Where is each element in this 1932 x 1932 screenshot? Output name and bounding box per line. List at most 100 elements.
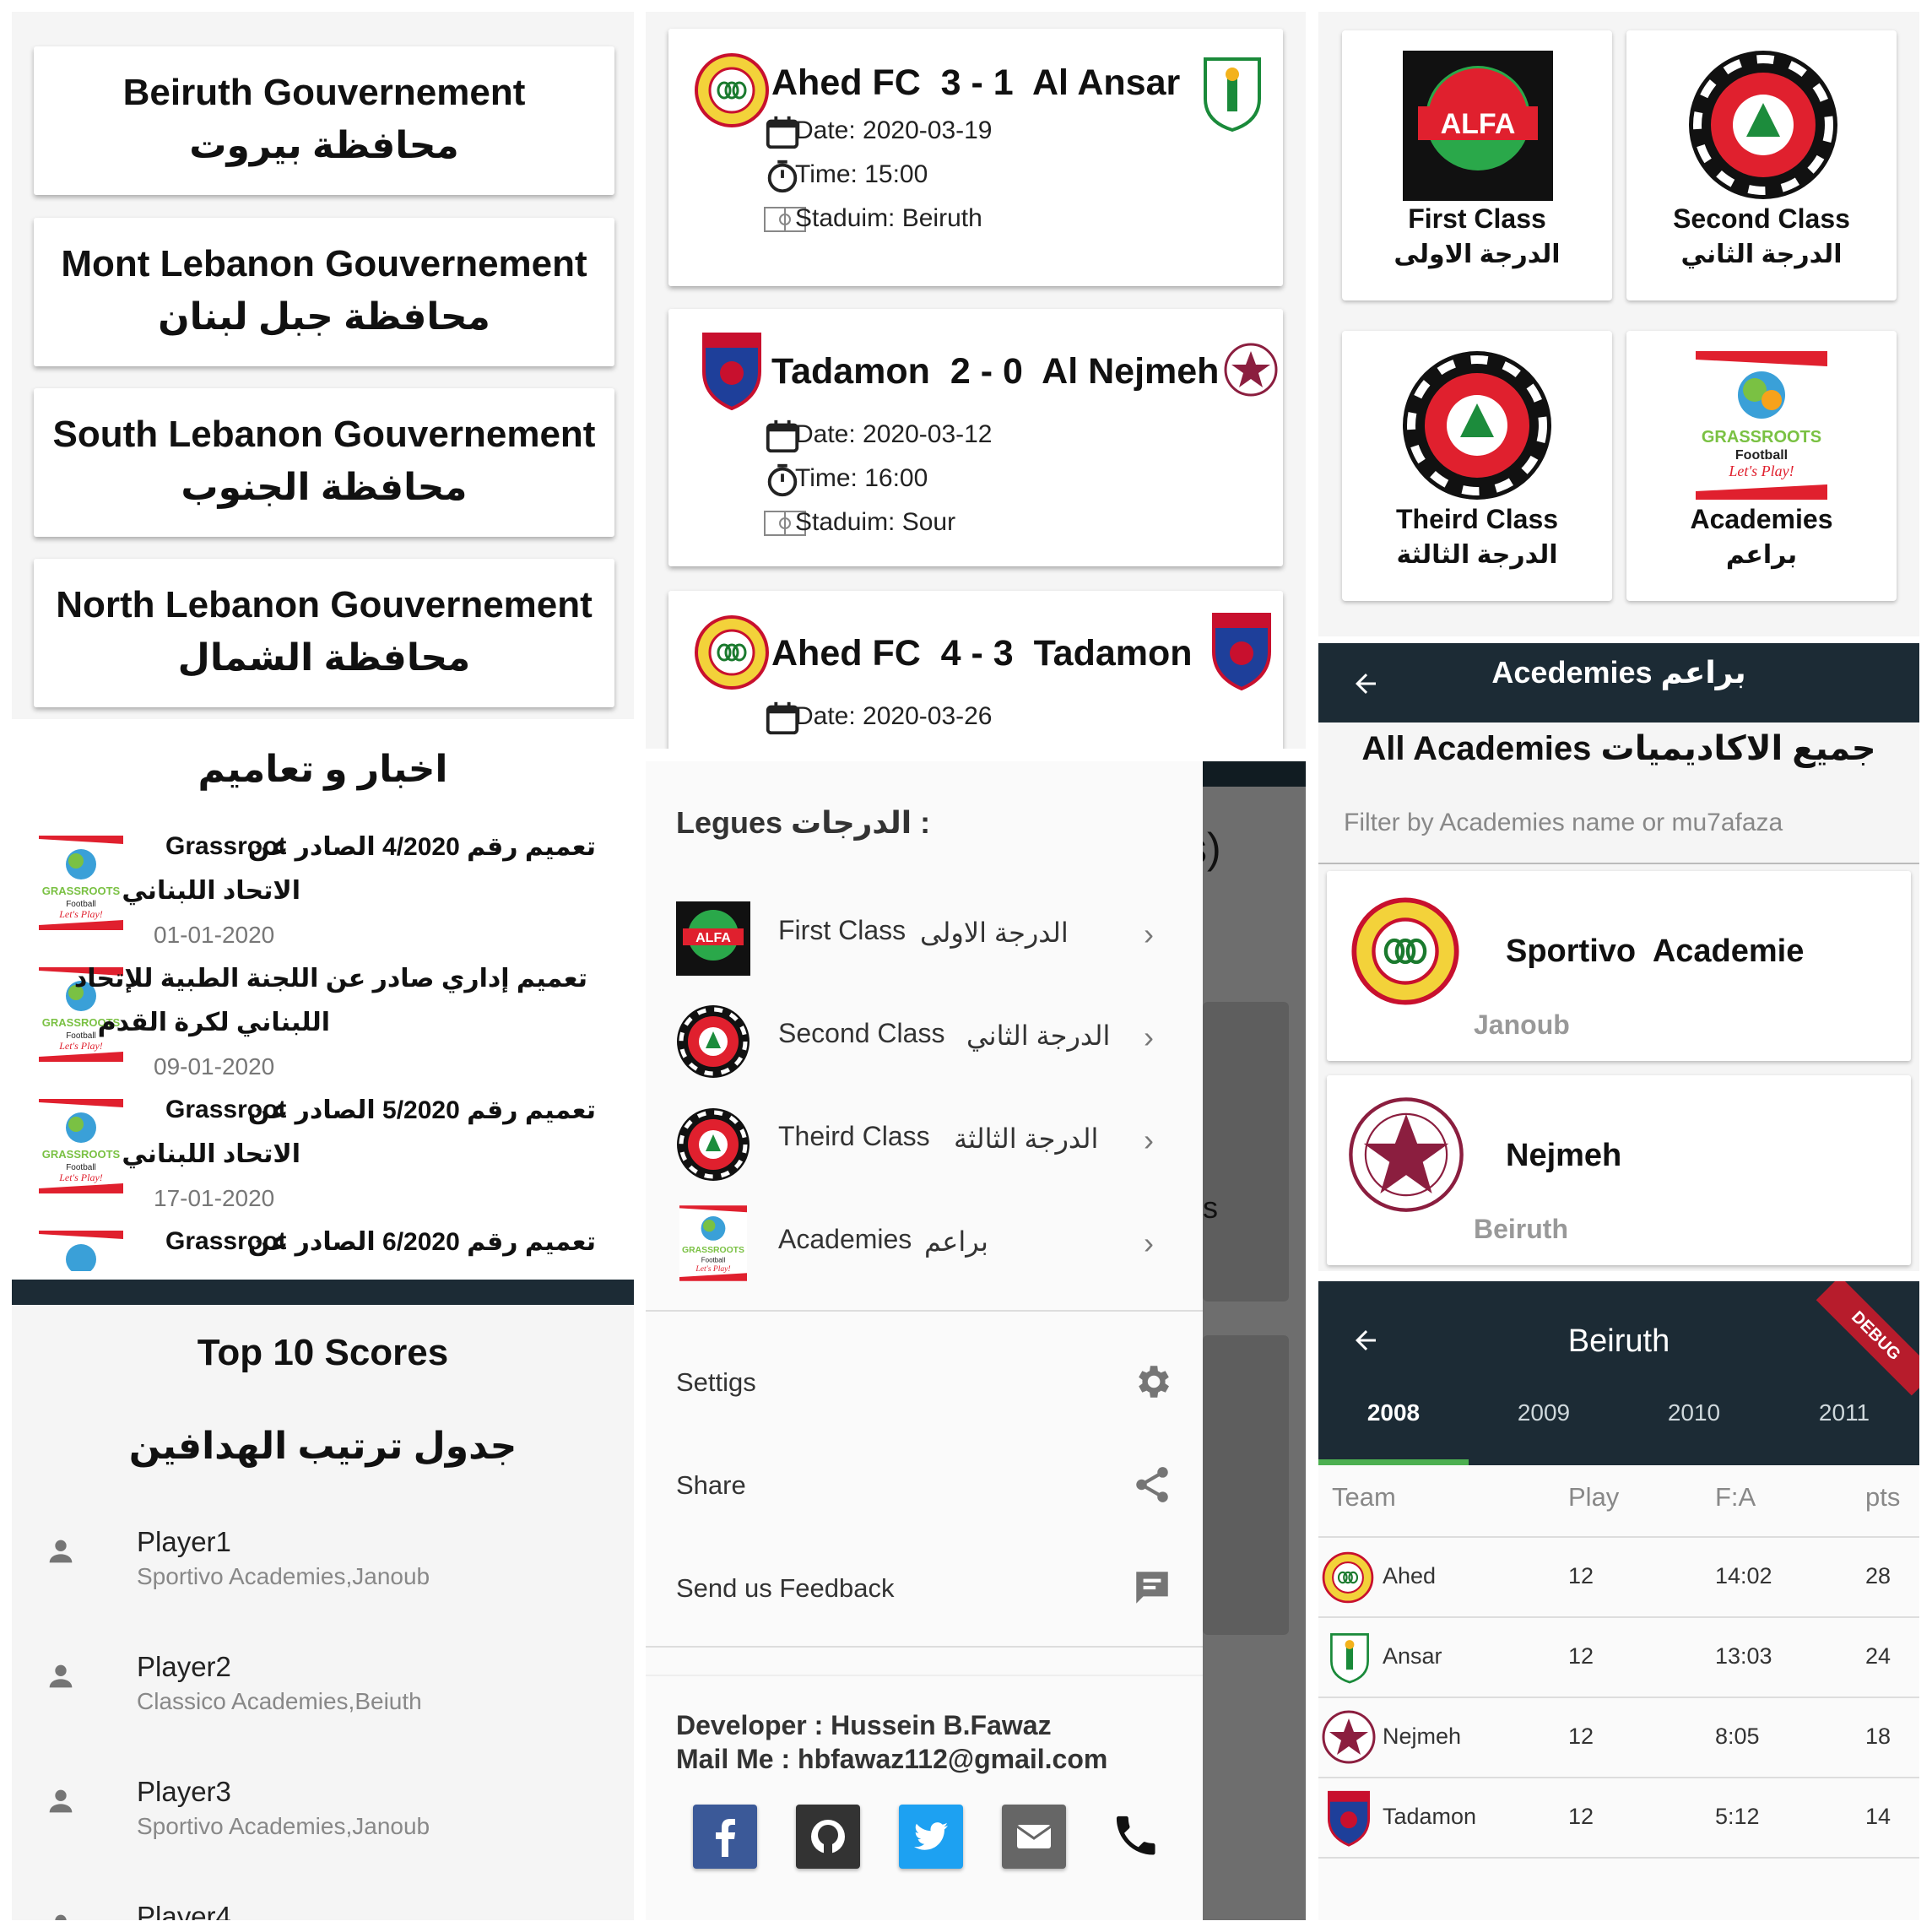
- chevron-right-icon: ›: [1144, 1123, 1154, 1157]
- governorate-name-ar: محافظة الشمال: [177, 637, 471, 679]
- twitter-button[interactable]: [899, 1805, 963, 1869]
- governorate-name-en: Mont Lebanon Gouvernement: [61, 243, 587, 284]
- grassroots-thumbnail: [39, 1231, 123, 1271]
- academy-card[interactable]: Sportivo Academie Janoub: [1327, 871, 1911, 1061]
- league-card-second-class[interactable]: Second Class الدرجة الثاني: [1626, 30, 1897, 300]
- team-pts: 18: [1865, 1724, 1891, 1749]
- facebook-button[interactable]: [693, 1805, 757, 1869]
- player-list-item[interactable]: Player2 Classico Academies,Beiuth: [12, 1651, 634, 1769]
- github-button[interactable]: [796, 1805, 860, 1869]
- background-card-fragment: [1203, 1002, 1289, 1302]
- person-icon: [49, 1664, 73, 1688]
- drawer-divider: [646, 1310, 1203, 1312]
- match-card[interactable]: Tadamon 2 - 0 Al Nejmeh Date: 2020-03-12…: [668, 309, 1283, 566]
- tab-2010[interactable]: 2010: [1619, 1399, 1769, 1426]
- league-name-en: Academies: [1690, 504, 1833, 534]
- ahed-logo: [1322, 1551, 1374, 1604]
- chevron-right-icon: ›: [1144, 1226, 1154, 1260]
- governorate-card-south-lebanon[interactable]: South Lebanon Gouvernement محافظة الجنوب: [34, 388, 614, 537]
- top-scores-title: Top 10 Scores: [197, 1332, 449, 1373]
- drawer-option-feedback[interactable]: Send us Feedback: [646, 1541, 1203, 1634]
- share-icon: [1136, 1467, 1168, 1502]
- table-row[interactable]: Ahed 12 14:02 28: [1318, 1538, 1919, 1618]
- league-name-en: Second Class: [1673, 203, 1850, 234]
- tadamon-logo: [1212, 613, 1271, 691]
- drawer-item-third-class[interactable]: Theird Class الدرجة الثالثة ›: [646, 1094, 1203, 1187]
- drawer-option-label: Send us Feedback: [676, 1573, 895, 1603]
- academy-filter-input[interactable]: Filter by Academies name or mu7afaza: [1344, 809, 1902, 837]
- governorate-list-screen: Beiruth Gouvernement محافظة بيروت Mont L…: [12, 12, 634, 719]
- mail-button[interactable]: [1002, 1805, 1066, 1869]
- tab-indicator: [1318, 1459, 1469, 1465]
- news-tag: Grassroot: [165, 1227, 287, 1255]
- drawer-item-label: Second Class: [778, 1018, 945, 1048]
- table-row[interactable]: Nejmeh 12 8:05 18: [1318, 1698, 1919, 1778]
- drawer-item-label-ar: الدرجة الثاني: [966, 1020, 1111, 1051]
- table-row[interactable]: Ansar 12 13:03 24: [1318, 1618, 1919, 1698]
- news-item[interactable]: GRASSROOTS Football Let's Play! تعميم رقم …: [12, 1096, 634, 1227]
- governorate-card-beiruth[interactable]: Beiruth Gouvernement محافظة بيروت: [34, 46, 614, 195]
- match-time: Time: 15:00: [795, 160, 928, 188]
- drawer-item-label-ar: الدرجة الاولى: [920, 917, 1069, 948]
- player-list-item[interactable]: Player4: [12, 1901, 634, 1920]
- news-item[interactable]: GRASSROOTS Football Let's Play! تعميم إدار…: [12, 964, 634, 1096]
- news-title: اخبار و تعاميم: [198, 749, 448, 790]
- drawer-divider: [646, 1675, 1203, 1676]
- player-list-item[interactable]: Player1 Sportivo Academies,Janoub: [12, 1526, 634, 1644]
- svg-text:GRASSROOTS: GRASSROOTS: [682, 1246, 744, 1255]
- governorate-card-mont-lebanon[interactable]: Mont Lebanon Gouvernement محافظة جبل لبن…: [34, 218, 614, 366]
- team-fa: 13:03: [1715, 1643, 1772, 1669]
- news-item[interactable]: تعميم رقم 6/2020 الصادر عن Grassroot: [12, 1227, 634, 1271]
- drawer-header: Legues الدرجات :: [676, 805, 931, 840]
- news-tag: Grassroot: [165, 1096, 287, 1123]
- tab-2009[interactable]: 2009: [1469, 1399, 1619, 1426]
- match-card[interactable]: Ahed FC 3 - 1 Al Ansar Date: 2020-03-19 …: [668, 29, 1283, 286]
- player-list-item[interactable]: Player3 Sportivo Academies,Janoub: [12, 1776, 634, 1894]
- match-score-title: Ahed FC 3 - 1 Al Ansar: [771, 62, 1181, 103]
- league-name-ar: الدرجة الثالثة: [1396, 541, 1558, 569]
- svg-text:Football: Football: [1735, 448, 1788, 463]
- app-bar: Beiruth DEBUG 2008 2009 2010 2011: [1318, 1281, 1919, 1465]
- tab-2008[interactable]: 2008: [1318, 1399, 1469, 1426]
- news-headline-line2: الاتحاد اللبناني: [122, 1140, 300, 1168]
- league-card-first-class[interactable]: ALFA First Class الدرجة الاولى: [1342, 30, 1612, 300]
- ahed-logo: [1351, 897, 1459, 1005]
- nejmeh-logo: [1224, 343, 1278, 397]
- player-club: Classico Academies,Beiuth: [137, 1688, 422, 1714]
- filter-underline: [1318, 863, 1919, 864]
- developer-email: Mail Me : hbfawaz112@gmail.com: [676, 1744, 1108, 1774]
- app-bar-strip: [12, 1280, 634, 1305]
- drawer-option-settings[interactable]: Settigs: [646, 1335, 1203, 1428]
- league-card-academies[interactable]: GRASSROOTS Football Let's Play! Academie…: [1626, 331, 1897, 601]
- phone-icon: [1116, 1816, 1155, 1855]
- drawer-item-second-class[interactable]: Second Class الدرجة الثاني ›: [646, 991, 1203, 1084]
- governorate-name-en: South Lebanon Gouvernement: [52, 414, 596, 455]
- tadamon-logo: [1328, 1790, 1370, 1847]
- alfa-league-icon: ALFA: [676, 901, 750, 976]
- team-name: Ahed: [1383, 1563, 1437, 1588]
- governorate-card-north-lebanon[interactable]: North Lebanon Gouvernement محافظة الشمال: [34, 559, 614, 707]
- chevron-right-icon: ›: [1144, 1020, 1154, 1054]
- grassroots-thumbnail: GRASSROOTSFootballLet's Play!: [39, 836, 123, 930]
- news-headline: تعميم رقم 5/2020 الصادر عن: [247, 1096, 596, 1124]
- phone-button[interactable]: [1105, 1805, 1169, 1869]
- svg-text:Let's Play!: Let's Play!: [58, 1172, 103, 1183]
- drawer-option-share[interactable]: Share: [646, 1438, 1203, 1531]
- team-pts: 28: [1865, 1563, 1891, 1588]
- drawer-item-academies[interactable]: GRASSROOTS Football Let's Play! Academies …: [646, 1197, 1203, 1290]
- academy-card[interactable]: Nejmeh Beiruth: [1327, 1075, 1911, 1265]
- chevron-right-icon: ›: [1144, 917, 1154, 951]
- ansar-logo: [1204, 57, 1261, 133]
- match-time: Time: 16:00: [795, 464, 928, 492]
- league-card-third-class[interactable]: Theird Class الدرجة الثالثة: [1342, 331, 1612, 601]
- table-row[interactable]: Tadamon 12 5:12 14: [1318, 1778, 1919, 1859]
- team-play: 12: [1568, 1563, 1594, 1588]
- match-card[interactable]: Ahed FC 4 - 3 Tadamon Date: 2020-03-26: [668, 591, 1283, 749]
- team-play: 12: [1568, 1804, 1594, 1829]
- tab-2011[interactable]: 2011: [1769, 1399, 1919, 1426]
- svg-text:Let's Play!: Let's Play!: [58, 1040, 103, 1052]
- news-item[interactable]: GRASSROOTS Football Let's Play! تعميم رقم …: [12, 832, 634, 964]
- drawer-item-first-class[interactable]: ALFA First Class الدرجة الاولى ›: [646, 888, 1203, 981]
- drawer-divider: [646, 1646, 1203, 1648]
- third-division-icon: [677, 1108, 750, 1181]
